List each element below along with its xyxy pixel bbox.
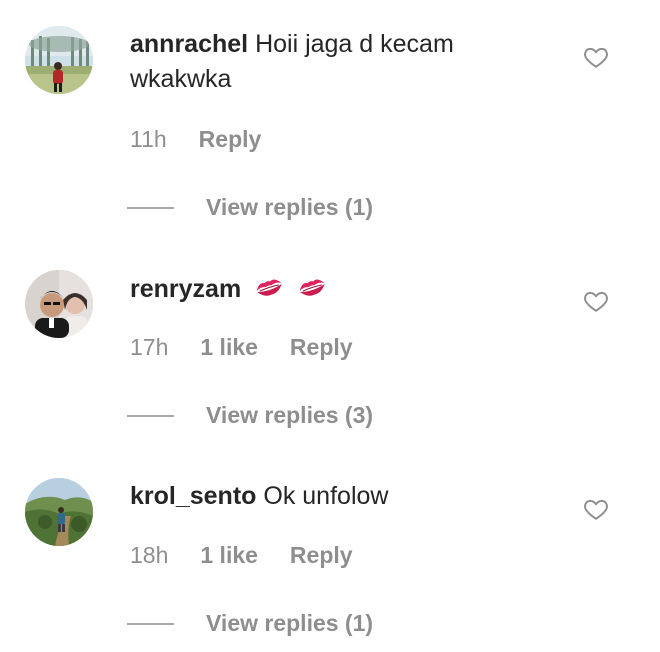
comment-username[interactable]: krol_sento <box>130 482 256 510</box>
heart-outline-icon[interactable] <box>583 288 609 314</box>
comment-timestamp: 18h <box>130 542 169 568</box>
comment-meta: 17h 1 like Reply <box>130 334 385 361</box>
reply-button[interactable]: Reply <box>290 334 353 361</box>
kiss-mark-icon <box>256 279 282 296</box>
comment-username[interactable]: renryzam <box>130 275 241 303</box>
view-replies-label: View replies (1) <box>206 194 374 220</box>
view-replies-label: View replies (3) <box>206 402 374 428</box>
comment-text-block: krol_sento Ok unfolow <box>130 479 540 514</box>
comment-body: Ok unfolow <box>263 482 389 510</box>
heart-outline-icon[interactable] <box>583 44 609 70</box>
view-replies-button[interactable]: View replies (1) <box>127 610 373 637</box>
avatar[interactable] <box>25 478 93 546</box>
replies-divider-line <box>127 414 174 417</box>
like-count[interactable]: 1 like <box>200 334 258 361</box>
view-replies-label: View replies (1) <box>206 610 374 636</box>
reply-button[interactable]: Reply <box>199 126 262 153</box>
comment-text-block: renryzam <box>130 272 540 307</box>
comment-username[interactable]: annrachel <box>130 30 248 58</box>
like-count[interactable]: 1 like <box>200 542 258 569</box>
replies-divider-line <box>127 206 174 209</box>
comment-meta: 18h 1 like Reply <box>130 542 385 569</box>
view-replies-button[interactable]: View replies (1) <box>127 194 373 221</box>
avatar-photo-hiking <box>25 478 93 546</box>
avatar[interactable] <box>25 26 93 94</box>
heart-outline-icon[interactable] <box>583 496 609 522</box>
view-replies-button[interactable]: View replies (3) <box>127 402 373 429</box>
comment-meta: 11h Reply <box>130 126 293 153</box>
comment-text-block: annrachel Hoii jaga d kecam wkakwka <box>130 27 540 97</box>
avatar-photo-selfie <box>25 270 93 338</box>
kiss-mark-icon <box>299 279 325 296</box>
replies-divider-line <box>127 622 174 625</box>
avatar-photo-outdoor <box>25 26 93 94</box>
reply-button[interactable]: Reply <box>290 542 353 569</box>
comment-timestamp: 11h <box>130 126 167 152</box>
avatar[interactable] <box>25 270 93 338</box>
comment-timestamp: 17h <box>130 334 169 360</box>
